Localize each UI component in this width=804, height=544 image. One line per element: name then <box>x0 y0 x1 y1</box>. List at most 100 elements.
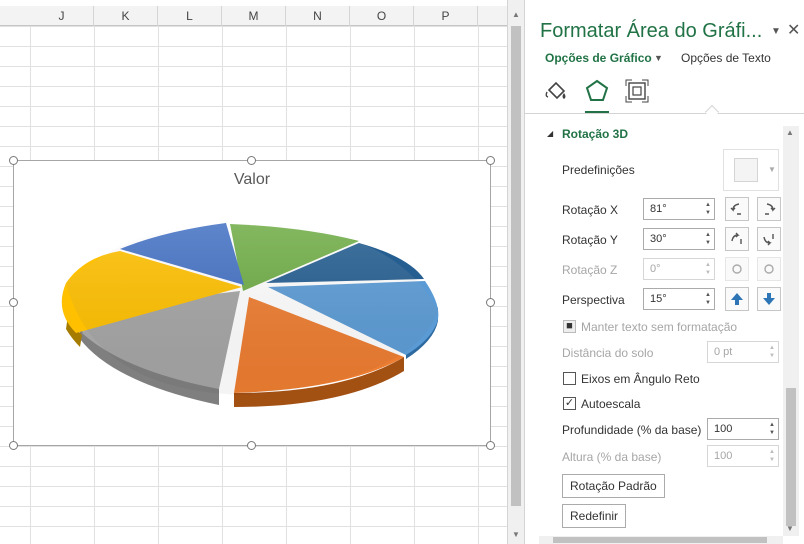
rotation-x-input[interactable]: 81° ▲ ▼ <box>643 198 715 220</box>
scroll-thumb[interactable] <box>553 537 767 543</box>
scroll-up-arrow-icon[interactable]: ▲ <box>786 128 794 137</box>
resize-handle-middle-right[interactable] <box>486 298 495 307</box>
right-angle-axes-label: Eixos em Ângulo Reto <box>581 372 700 386</box>
rotate-clockwise-z-button[interactable] <box>757 257 781 281</box>
scroll-down-arrow-icon[interactable]: ▼ <box>786 524 794 533</box>
rotation-z-label: Rotação Z <box>562 263 618 277</box>
chevron-down-icon: ▼ <box>768 165 776 174</box>
scroll-down-arrow-icon[interactable]: ▼ <box>511 530 521 540</box>
rotate-counterclockwise-icon <box>732 264 742 274</box>
spin-arrows-icon[interactable]: ▲ ▼ <box>768 344 776 360</box>
height-input[interactable]: 100 ▲ ▼ <box>707 445 779 467</box>
pane-horizontal-scrollbar[interactable] <box>539 536 783 544</box>
spin-arrows-icon[interactable]: ▲ ▼ <box>704 231 712 247</box>
presets-label: Predefinições <box>562 163 635 177</box>
pane-divider <box>525 113 804 114</box>
scroll-thumb[interactable] <box>511 26 521 506</box>
tab-text-options[interactable]: Opções de Texto <box>681 51 771 65</box>
worksheet[interactable]: J K L M N O P Valor <box>0 0 507 544</box>
perspective-value: 15° <box>650 293 667 305</box>
autoscale-checkbox[interactable]: ✓ <box>563 397 576 410</box>
pie-chart-plot[interactable] <box>14 161 492 447</box>
spin-arrows-icon[interactable]: ▲ ▼ <box>768 421 776 437</box>
keep-text-flat-label: Manter texto sem formatação <box>581 320 738 334</box>
rotate-right-icon <box>765 203 776 215</box>
pie-chart-object[interactable]: Valor <box>9 156 495 450</box>
pane-title: Formatar Área do Gráfi... <box>540 20 763 42</box>
rotation-z-input[interactable]: 0° ▲ ▼ <box>643 258 715 280</box>
rotate-down-y-button[interactable] <box>757 227 781 251</box>
distance-from-ground-input[interactable]: 0 pt ▲ ▼ <box>707 341 779 363</box>
column-header-k[interactable]: K <box>94 6 158 26</box>
resize-handle-bottom-left[interactable] <box>9 441 18 450</box>
perspective-label: Perspectiva <box>562 293 625 307</box>
size-properties-icon[interactable] <box>624 78 650 104</box>
preset-swatch <box>734 158 758 182</box>
section-3d-rotation-header[interactable]: Rotação 3D <box>562 127 628 141</box>
decrease-perspective-button[interactable] <box>757 287 781 311</box>
rotation-y-label: Rotação Y <box>562 233 618 247</box>
column-header-row: J K L M N O P <box>0 6 507 26</box>
presets-dropdown[interactable]: ▼ <box>723 149 779 191</box>
height-value: 100 <box>714 450 733 462</box>
rotate-clockwise-icon <box>764 264 774 274</box>
column-header-l[interactable]: L <box>158 6 222 26</box>
increase-perspective-button[interactable] <box>725 287 749 311</box>
default-rotation-button[interactable]: Rotação Padrão <box>562 474 665 498</box>
collapse-triangle-icon[interactable]: ◢ <box>547 129 553 138</box>
rotate-up-icon <box>731 232 742 244</box>
scroll-thumb[interactable] <box>786 388 796 526</box>
rotate-left-x-button[interactable] <box>725 197 749 221</box>
pane-body: ◢ Rotação 3D Predefinições ▼ Rotação X 8… <box>525 121 783 537</box>
chevron-down-icon[interactable]: ▼ <box>654 53 663 63</box>
resize-handle-bottom-center[interactable] <box>247 441 256 450</box>
spin-arrows-icon[interactable]: ▲ ▼ <box>704 291 712 307</box>
pane-vertical-scrollbar[interactable]: ▲ ▼ <box>783 126 799 536</box>
distance-from-ground-label: Distância do solo <box>562 346 654 360</box>
spin-arrows-icon[interactable]: ▲ ▼ <box>704 201 712 217</box>
autoscale-label: Autoescala <box>581 397 641 411</box>
keep-text-flat-checkbox[interactable]: ■ <box>563 320 576 333</box>
column-header-n[interactable]: N <box>286 6 350 26</box>
column-header-m[interactable]: M <box>222 6 286 26</box>
height-label: Altura (% da base) <box>562 450 662 464</box>
pentagon-effects-icon[interactable] <box>584 78 610 104</box>
arrow-up-icon <box>731 293 743 305</box>
rotation-x-value: 81° <box>650 203 667 215</box>
active-category-pointer <box>704 104 720 120</box>
close-icon[interactable]: ✕ <box>787 20 800 40</box>
resize-handle-top-center[interactable] <box>247 156 256 165</box>
perspective-input[interactable]: 15° ▲ ▼ <box>643 288 715 310</box>
column-header-p[interactable]: P <box>414 6 478 26</box>
depth-input[interactable]: 100 ▲ ▼ <box>707 418 779 440</box>
rotate-right-x-button[interactable] <box>757 197 781 221</box>
column-header-o[interactable]: O <box>350 6 414 26</box>
depth-value: 100 <box>714 423 733 435</box>
resize-handle-top-right[interactable] <box>486 156 495 165</box>
pane-options-dropdown-icon[interactable]: ▼ <box>771 26 781 37</box>
distance-value: 0 pt <box>714 346 733 358</box>
arrow-down-icon <box>763 293 775 305</box>
resize-handle-bottom-right[interactable] <box>486 441 495 450</box>
rotate-counterclockwise-z-button[interactable] <box>725 257 749 281</box>
resize-handle-top-left[interactable] <box>9 156 18 165</box>
rotation-x-label: Rotação X <box>562 203 619 217</box>
right-angle-axes-checkbox[interactable] <box>563 372 576 385</box>
section-title: Rotação 3D <box>562 127 629 141</box>
spin-arrows-icon[interactable]: ▲ ▼ <box>768 448 776 464</box>
rotate-down-icon <box>763 234 774 246</box>
rotation-z-value: 0° <box>650 263 661 275</box>
rotation-y-input[interactable]: 30° ▲ ▼ <box>643 228 715 250</box>
fill-bucket-icon[interactable] <box>543 78 569 104</box>
rotation-y-value: 30° <box>650 233 667 245</box>
worksheet-vertical-scrollbar[interactable]: ▲ ▼ <box>507 0 524 544</box>
tab-chart-options[interactable]: Opções de Gráfico <box>545 51 652 65</box>
spin-arrows-icon[interactable]: ▲ ▼ <box>704 261 712 277</box>
format-chart-area-pane: Formatar Área do Gráfi... ▼ ✕ Opções de … <box>524 0 804 544</box>
rotate-up-y-button[interactable] <box>725 227 749 251</box>
scroll-up-arrow-icon[interactable]: ▲ <box>511 10 521 20</box>
reset-button[interactable]: Redefinir <box>562 504 627 528</box>
depth-label: Profundidade (% da base) <box>562 423 702 437</box>
resize-handle-middle-left[interactable] <box>9 298 18 307</box>
column-header-j[interactable]: J <box>30 6 94 26</box>
